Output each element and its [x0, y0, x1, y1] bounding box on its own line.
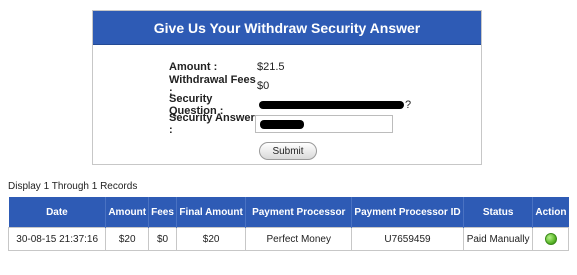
- question-suffix: ?: [405, 98, 412, 111]
- amount-value: $21.5: [257, 60, 285, 73]
- records-table: Date Amount Fees Final Amount Payment Pr…: [7, 197, 569, 251]
- cell-date: 30-08-15 21:37:16: [7, 227, 107, 251]
- cell-status: Paid Manually: [462, 227, 534, 251]
- answer-row: Security Answer :: [169, 111, 473, 136]
- green-status-icon[interactable]: [544, 233, 557, 245]
- amount-label: Amount :: [169, 60, 218, 73]
- table-row: 30-08-15 21:37:16 $20 $0 $20 Perfect Mon…: [7, 227, 569, 251]
- col-payment-processor-id: Payment Processor ID: [351, 197, 464, 228]
- col-payment-processor: Payment Processor: [245, 197, 353, 228]
- submit-button[interactable]: Submit: [259, 142, 317, 160]
- col-status: Status: [463, 197, 534, 228]
- answer-label: Security Answer :: [169, 111, 255, 136]
- question-redaction: [259, 100, 404, 109]
- security-answer-panel: Give Us Your Withdraw Security Answer Am…: [92, 10, 482, 165]
- col-amount: Amount: [105, 197, 150, 228]
- fees-value: $0: [257, 79, 270, 92]
- col-date: Date: [8, 197, 107, 228]
- cell-final-amount: $20: [175, 227, 247, 251]
- col-final-amount: Final Amount: [176, 197, 247, 228]
- col-action: Action: [532, 197, 569, 228]
- answer-redaction: [260, 119, 304, 129]
- col-fees: Fees: [148, 197, 177, 228]
- cell-processor: Perfect Money: [245, 227, 353, 251]
- cell-amount: $20: [105, 227, 150, 251]
- security-form: Amount : $21.5 Withdrawal Fees : $0 Secu…: [169, 57, 473, 136]
- cell-action: [532, 227, 569, 251]
- security-answer-input[interactable]: [255, 114, 393, 133]
- cell-processor-id: U7659459: [351, 227, 464, 251]
- table-header-row: Date Amount Fees Final Amount Payment Pr…: [8, 197, 569, 228]
- panel-title: Give Us Your Withdraw Security Answer: [93, 11, 481, 45]
- cell-fees: $0: [148, 227, 177, 251]
- records-caption: Display 1 Through 1 Records: [8, 181, 138, 192]
